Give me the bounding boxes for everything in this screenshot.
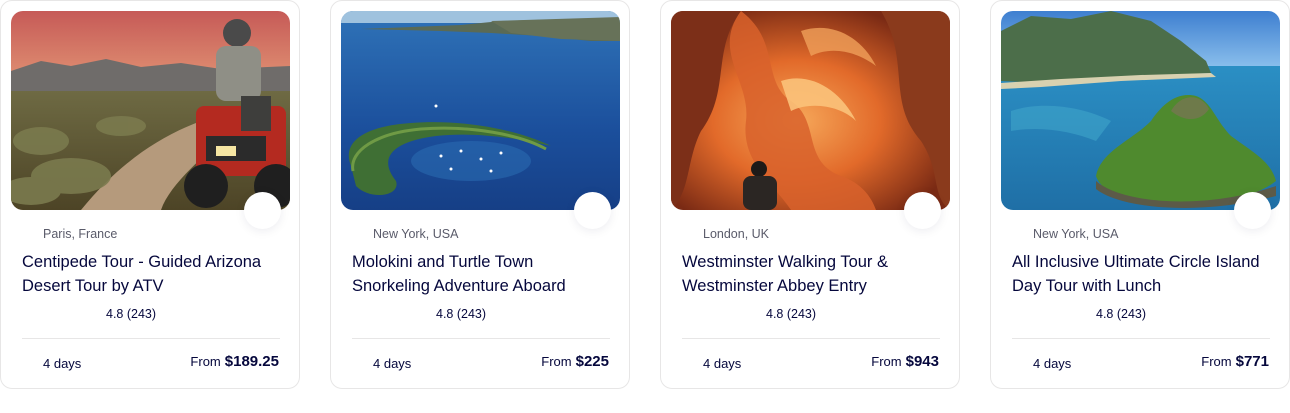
tour-rating: 4.8 (243) — [352, 306, 486, 322]
price-prefix: From — [1201, 354, 1232, 369]
tour-title[interactable]: All Inclusive Ultimate Circle Island Day… — [1012, 250, 1274, 298]
star-icon — [38, 307, 52, 321]
tour-duration: 4 days — [1012, 355, 1071, 371]
rating-text: 4.8 (243) — [766, 307, 817, 321]
price-amount: $771 — [1235, 353, 1269, 370]
heart-icon — [1245, 205, 1260, 218]
tour-duration: 4 days — [352, 355, 411, 371]
heart-icon — [255, 205, 270, 218]
tour-location-text: London, UK — [703, 227, 770, 241]
heart-icon — [915, 205, 930, 218]
map-pin-icon — [22, 227, 36, 241]
tour-image-molokini-crater[interactable] — [341, 11, 620, 210]
favorite-button[interactable] — [244, 192, 281, 229]
star-icon — [1060, 307, 1074, 321]
tour-location: Paris, France — [22, 226, 117, 242]
card-divider — [352, 338, 610, 339]
map-pin-icon — [352, 227, 366, 241]
star-icon — [1028, 307, 1042, 321]
tour-card[interactable]: Paris, France Centipede Tour - Guided Ar… — [0, 0, 300, 389]
tour-duration-text: 4 days — [43, 355, 82, 371]
favorite-button[interactable] — [904, 192, 941, 229]
rating-stars — [682, 307, 760, 321]
star-icon — [368, 307, 382, 321]
star-icon — [730, 307, 744, 321]
tour-location-text: New York, USA — [373, 227, 459, 241]
rating-text: 4.8 (243) — [436, 307, 487, 321]
card-divider — [22, 338, 280, 339]
star-icon — [400, 307, 414, 321]
tour-location: New York, USA — [1012, 226, 1118, 242]
star-icon — [746, 307, 760, 321]
clock-icon — [352, 356, 366, 370]
tour-image-island-coast[interactable] — [1001, 11, 1280, 210]
star-icon — [698, 307, 712, 321]
price-prefix: From — [871, 354, 902, 369]
tour-duration-text: 4 days — [703, 355, 742, 371]
tour-duration-text: 4 days — [373, 355, 412, 371]
tour-card[interactable]: New York, USA Molokini and Turtle Town S… — [330, 0, 630, 389]
tour-duration-text: 4 days — [1033, 355, 1072, 371]
price-amount: $189.25 — [224, 353, 279, 370]
star-icon — [54, 307, 68, 321]
tour-duration: 4 days — [682, 355, 741, 371]
card-divider — [682, 338, 940, 339]
star-icon — [1044, 307, 1058, 321]
tour-location: London, UK — [682, 226, 769, 242]
star-icon — [416, 307, 430, 321]
rating-text: 4.8 (243) — [106, 307, 157, 321]
price-amount: $225 — [575, 353, 609, 370]
clock-icon — [1012, 356, 1026, 370]
clock-icon — [22, 356, 36, 370]
map-pin-icon — [682, 227, 696, 241]
map-pin-icon — [1012, 227, 1026, 241]
star-icon — [70, 307, 84, 321]
rating-stars — [1012, 307, 1090, 321]
tour-title[interactable]: Centipede Tour - Guided Arizona Desert T… — [22, 250, 284, 298]
tour-card-grid: Paris, France Centipede Tour - Guided Ar… — [0, 0, 1290, 413]
star-icon — [352, 307, 366, 321]
tour-location-text: New York, USA — [1033, 227, 1119, 241]
tour-price: From $771 — [1201, 353, 1269, 373]
tour-duration: 4 days — [22, 355, 81, 371]
tour-price: From $225 — [541, 353, 609, 373]
tour-card[interactable]: London, UK Westminster Walking Tour & We… — [660, 0, 960, 389]
star-icon — [384, 307, 398, 321]
price-amount: $943 — [905, 353, 939, 370]
tour-image-slot-canyon[interactable] — [671, 11, 950, 210]
tour-location: New York, USA — [352, 226, 458, 242]
tour-card[interactable]: New York, USA All Inclusive Ultimate Cir… — [990, 0, 1290, 389]
favorite-button[interactable] — [574, 192, 611, 229]
favorite-button[interactable] — [1234, 192, 1271, 229]
star-icon — [86, 307, 100, 321]
tour-title[interactable]: Molokini and Turtle Town Snorkeling Adve… — [352, 250, 614, 298]
clock-icon — [682, 356, 696, 370]
card-divider — [1012, 338, 1270, 339]
star-icon — [1076, 307, 1090, 321]
tour-rating: 4.8 (243) — [22, 306, 156, 322]
tour-image-atv-desert[interactable] — [11, 11, 290, 210]
tour-rating: 4.8 (243) — [682, 306, 816, 322]
price-prefix: From — [190, 354, 221, 369]
heart-icon — [585, 205, 600, 218]
star-icon — [714, 307, 728, 321]
rating-text: 4.8 (243) — [1096, 307, 1147, 321]
price-prefix: From — [541, 354, 572, 369]
tour-title[interactable]: Westminster Walking Tour & Westminster A… — [682, 250, 944, 298]
rating-stars — [22, 307, 100, 321]
star-icon — [682, 307, 696, 321]
tour-price: From $189.25 — [190, 353, 279, 373]
star-icon — [1012, 307, 1026, 321]
rating-stars — [352, 307, 430, 321]
tour-rating: 4.8 (243) — [1012, 306, 1146, 322]
star-icon — [22, 307, 36, 321]
tour-price: From $943 — [871, 353, 939, 373]
tour-location-text: Paris, France — [43, 227, 118, 241]
